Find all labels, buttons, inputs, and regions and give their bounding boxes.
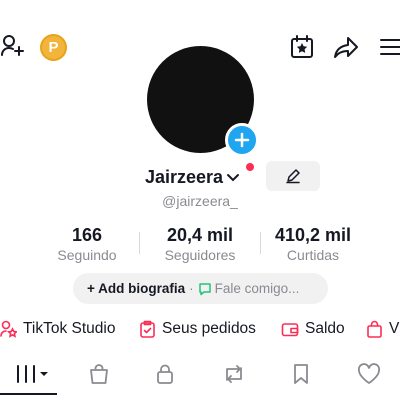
edit-profile-button[interactable]	[266, 161, 320, 191]
account-switcher[interactable]: Jairzeera	[145, 164, 240, 190]
menu-icon[interactable]	[378, 35, 400, 59]
stat-likes[interactable]: 410,2 mil Curtidas	[266, 224, 360, 264]
coins-icon[interactable]: P	[40, 34, 67, 61]
orders-icon	[140, 320, 155, 338]
repost-icon	[226, 365, 242, 383]
divider	[260, 232, 261, 254]
stat-value: 20,4 mil	[166, 225, 234, 245]
shopping-bag-icon	[90, 364, 108, 384]
add-bio-link[interactable]: + Add biografia	[87, 281, 185, 296]
active-tab-indicator	[0, 393, 57, 395]
shortcut-balance[interactable]: Saldo	[281, 318, 345, 340]
tab-videos[interactable]	[8, 357, 54, 391]
grid-icon	[17, 365, 48, 383]
wallet-icon	[281, 323, 299, 337]
shortcut-tiktok-studio[interactable]: TikTok Studio	[0, 318, 115, 340]
message-link[interactable]: Fale comigo...	[215, 281, 300, 296]
bio-separator: ·	[189, 281, 194, 296]
tab-liked[interactable]	[349, 357, 389, 391]
shortcut-orders[interactable]: Seus pedidos	[139, 318, 256, 340]
stat-following[interactable]: 166 Seguindo	[45, 224, 129, 264]
stat-label: Seguindo	[57, 247, 117, 263]
divider	[139, 232, 140, 254]
stat-value: 410,2 mil	[274, 225, 352, 245]
add-avatar-button[interactable]	[225, 123, 259, 157]
shortcut-more[interactable]: Vi	[366, 318, 400, 340]
heart-icon	[357, 363, 381, 384]
shortcut-label: Seus pedidos	[162, 320, 256, 337]
notification-dot	[246, 163, 254, 171]
username: Jairzeera	[145, 166, 224, 187]
calendar-star-icon[interactable]	[288, 33, 316, 61]
studio-icon	[0, 320, 17, 338]
stat-label: Seguidores	[164, 247, 236, 263]
plus-icon	[234, 132, 250, 148]
tab-reposts[interactable]	[214, 357, 254, 391]
bag-icon	[367, 320, 382, 338]
stat-followers[interactable]: 20,4 mil Seguidores	[150, 224, 250, 264]
bio-bar[interactable]: + Add biografia · Fale comigo...	[73, 273, 328, 304]
bookmark-icon	[294, 364, 308, 384]
chevron-down-icon	[227, 174, 240, 182]
share-icon[interactable]	[332, 33, 360, 61]
shortcut-label: TikTok Studio	[23, 320, 116, 337]
lock-icon	[157, 364, 173, 384]
stat-label: Curtidas	[286, 247, 340, 263]
message-bubble-icon	[198, 282, 211, 295]
stat-value: 166	[71, 225, 103, 245]
add-friend-icon[interactable]	[0, 32, 26, 60]
tab-private[interactable]	[145, 357, 185, 391]
shortcut-label: Saldo	[305, 320, 345, 337]
tab-saved[interactable]	[281, 357, 321, 391]
coin-label: P	[48, 39, 59, 56]
shortcut-label: Vi	[389, 320, 400, 337]
user-handle: @jairzeera_	[162, 193, 238, 209]
tab-shop[interactable]	[79, 357, 119, 391]
pencil-icon	[286, 169, 300, 184]
